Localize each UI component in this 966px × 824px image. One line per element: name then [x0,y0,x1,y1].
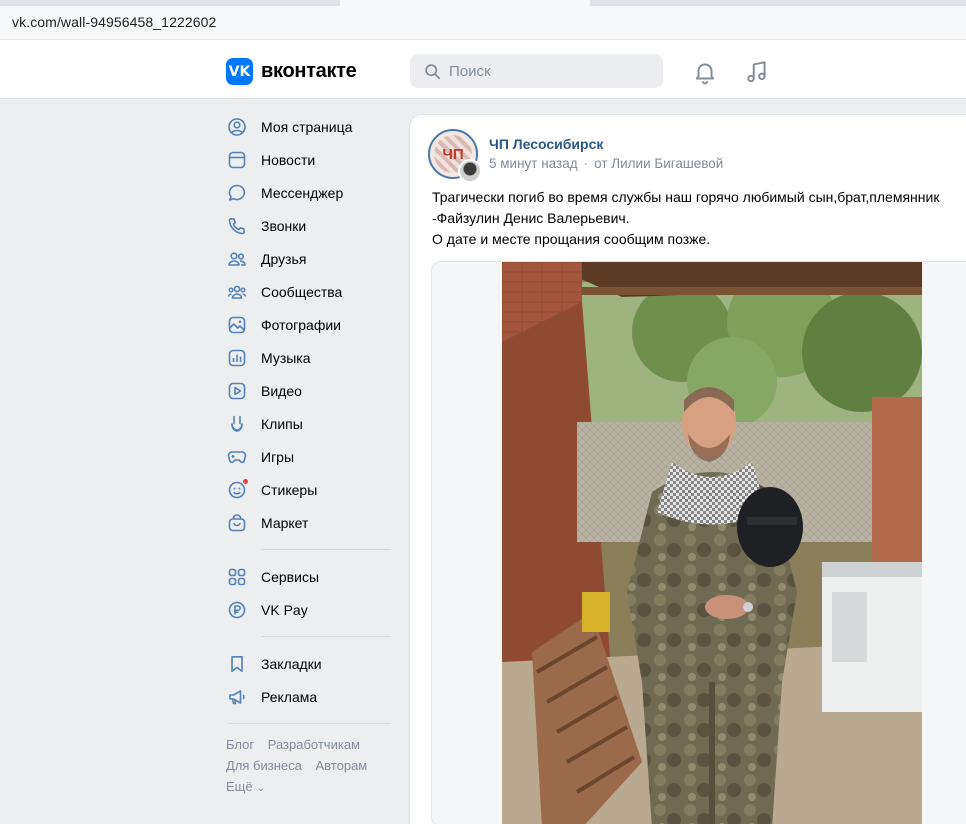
nav-photos[interactable]: Фотографии [226,308,396,341]
market-bag-icon [226,512,248,534]
wall-post: ЧП ЧП Лесосибирск 5 минут назад · от Лилии… [410,115,966,824]
communities-icon [226,281,248,303]
search-input[interactable] [449,62,649,80]
nav-label: Новости [261,151,316,168]
nav-market[interactable]: Маркет [226,506,396,539]
post-time[interactable]: 5 минут назад [489,156,578,171]
nav-separator [261,636,391,637]
nav-label: VK Pay [261,601,308,618]
friends-icon [226,248,248,270]
photo-soldier-image [502,262,922,824]
nav-label: Друзья [261,250,307,267]
url-text[interactable]: vk.com/wall-94956458_1222602 [12,14,216,30]
nav-label: Закладки [261,655,322,672]
gamepad-icon [226,446,248,468]
post-photo[interactable] [502,262,922,824]
post-photo-container[interactable] [431,261,966,824]
post-author[interactable]: от Лилии Бигашевой [594,156,723,171]
more-label: Ещё [226,779,253,794]
message-icon [226,182,248,204]
nav-label: Сервисы [261,568,320,585]
photo-side-area [922,262,966,824]
nav-label: Маркет [261,514,309,531]
nav-services[interactable]: Сервисы [226,560,396,593]
phone-icon [226,215,248,237]
nav-news[interactable]: Новости [226,143,396,176]
post-meta: 5 минут назад · от Лилии Бигашевой [489,156,723,171]
clips-icon [226,413,248,435]
nav-label: Музыка [261,349,311,366]
footer-links: Блог Разработчикам Для бизнеса Авторам Е… [226,734,396,799]
nav-clips[interactable]: Клипы [226,407,396,440]
nav-video[interactable]: Видео [226,374,396,407]
nav-messenger[interactable]: Мессенджер [226,176,396,209]
post-text-line: О дате и месте прощания сообщим позже. [432,231,711,247]
nav-stickers[interactable]: Стикеры [226,473,396,506]
nav-label: Звонки [261,217,307,234]
sticker-icon [226,477,249,501]
footer-link-more[interactable]: Ещё ⌄ [226,779,275,794]
bell-icon[interactable] [692,59,718,85]
browser-address-bar[interactable]: vk.com/wall-94956458_1222602 [0,6,966,40]
chevron-down-icon: ⌄ [256,783,265,794]
music-bars-icon [226,347,248,369]
vk-logo[interactable]: VK вконтакте [226,58,357,85]
nav-ads[interactable]: Реклама [226,680,396,713]
meta-separator: · [583,156,589,171]
left-nav: Моя страница Новости Мессенджер Звонки Д… [226,110,396,799]
search-box[interactable] [410,54,663,88]
nav-bookmarks[interactable]: Закладки [226,647,396,680]
nav-vk-pay[interactable]: VK Pay [226,593,396,626]
user-circle-icon [226,116,248,138]
nav-label: Моя страница [261,118,353,135]
vk-logo-mark: VK [226,58,253,85]
nav-label: Клипы [261,415,303,432]
nav-label: Игры [261,448,295,465]
vkpay-icon [226,599,248,621]
notification-dot [242,477,249,485]
footer-link-blog[interactable]: Блог [226,737,254,752]
nav-label: Стикеры [261,481,318,498]
nav-label: Сообщества [261,283,343,300]
nav-calls[interactable]: Звонки [226,209,396,242]
services-grid-icon [226,566,248,588]
footer-link-authors[interactable]: Авторам [315,758,367,773]
bookmark-icon [226,653,248,675]
music-note-icon[interactable] [744,59,770,85]
post-text-line: -Файзулин Денис Валерьевич. [432,210,630,226]
news-icon [226,149,248,171]
nav-label: Видео [261,382,302,399]
post-text: Трагически погиб во время службы наш гор… [432,187,966,250]
nav-music[interactable]: Музыка [226,341,396,374]
nav-my-page[interactable]: Моя страница [226,110,396,143]
footer-link-business[interactable]: Для бизнеса [226,758,302,773]
footer-link-developers[interactable]: Разработчикам [268,737,360,752]
photo-icon [226,314,248,336]
post-text-line: Трагически погиб во время службы наш гор… [432,189,940,205]
search-icon [425,63,441,79]
author-avatar[interactable] [458,159,482,183]
nav-communities[interactable]: Сообщества [226,275,396,308]
nav-label: Мессенджер [261,184,344,201]
group-name-link[interactable]: ЧП Лесосибирск [489,136,603,152]
nav-friends[interactable]: Друзья [226,242,396,275]
site-header: VK вконтакте [0,44,966,99]
vk-logo-text: вконтакте [261,60,357,82]
video-icon [226,380,248,402]
nav-separator [228,723,391,724]
nav-separator [261,549,391,550]
nav-label: Фотографии [261,316,342,333]
nav-label: Реклама [261,688,318,705]
nav-games[interactable]: Игры [226,440,396,473]
megaphone-icon [226,686,248,708]
